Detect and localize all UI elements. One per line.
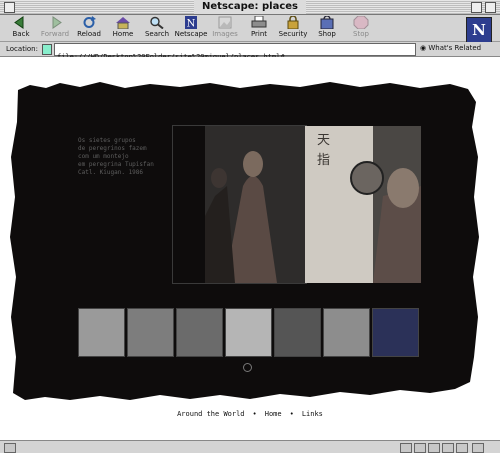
security-icon	[287, 16, 299, 29]
whats-related-button[interactable]: ◉ What's Related	[420, 43, 481, 54]
svg-text:天: 天	[317, 133, 330, 148]
close-box-icon[interactable]	[4, 2, 15, 13]
footer-nav: Around the World • Home • Links	[0, 410, 500, 419]
footer-separator: •	[252, 410, 257, 418]
home-link[interactable]: Home	[261, 410, 286, 418]
images-button[interactable]: Images	[208, 16, 242, 41]
photo-caption: Os sietes grupos de peregrinos fazem com…	[78, 137, 168, 177]
forward-button[interactable]: Forward	[38, 16, 72, 41]
back-icon	[14, 16, 24, 29]
pager-dot-icon[interactable]	[243, 363, 252, 372]
thumbnail-strip	[78, 308, 419, 357]
location-label: Location:	[6, 45, 38, 53]
title-bar[interactable]: Netscape: places	[0, 0, 500, 15]
thumbnail[interactable]	[176, 308, 223, 357]
page-viewport[interactable]: Os sietes grupos de peregrinos fazem com…	[0, 57, 500, 440]
caption-line: com um montejo	[78, 153, 129, 160]
home-icon	[116, 17, 130, 29]
footer-separator: •	[289, 410, 294, 418]
thumbnail[interactable]	[372, 308, 419, 357]
thumbnail[interactable]	[323, 308, 370, 357]
images-icon	[218, 16, 232, 29]
shop-icon	[320, 16, 334, 29]
caption-line: de peregrinos fazem	[78, 145, 147, 152]
window-title: Netscape: places	[194, 0, 306, 14]
collapse-box-icon[interactable]	[485, 2, 496, 13]
thumbnail[interactable]	[127, 308, 174, 357]
caption-line: em peregrina Tupisfan	[78, 161, 154, 168]
security-button[interactable]: Security	[276, 16, 310, 41]
thumbnail[interactable]	[78, 308, 125, 357]
netscape-logo[interactable]: N	[466, 17, 492, 43]
svg-text:指: 指	[317, 153, 330, 168]
zoom-box-icon[interactable]	[471, 2, 482, 13]
search-button[interactable]: Search	[140, 16, 174, 41]
netscape-icon: N	[185, 16, 197, 30]
browser-window: Netscape: places Back Forward Reload Hom…	[0, 0, 500, 453]
status-bar	[0, 440, 500, 453]
url-field[interactable]: file:///HD/Desktop%20Folder/site%20migue…	[54, 43, 416, 61]
reload-icon	[83, 16, 96, 28]
navigation-toolbar: Back Forward Reload Home Search N Netsca…	[0, 15, 500, 42]
shop-button[interactable]: Shop	[310, 16, 344, 41]
page-proxy-icon[interactable]	[42, 44, 52, 55]
back-button[interactable]: Back	[4, 16, 38, 41]
main-photo: 天 指	[205, 126, 421, 283]
search-icon	[150, 16, 164, 29]
stop-button[interactable]: Stop	[344, 16, 378, 41]
netscape-button[interactable]: N Netscape	[174, 16, 208, 41]
caption-line: Catl. Kiugan. 1986	[78, 169, 144, 176]
print-icon	[251, 16, 267, 28]
location-bar: Location: file:///HD/Desktop%20Folder/si…	[0, 42, 500, 61]
links-link[interactable]: Links	[298, 410, 327, 418]
print-button[interactable]: Print	[242, 16, 276, 41]
whats-related-label: What's Related	[428, 44, 482, 52]
svg-text:N: N	[187, 19, 196, 30]
whats-related-icon: ◉	[420, 44, 427, 52]
caption-line: Os sietes grupos	[78, 137, 136, 144]
thumbnail[interactable]	[274, 308, 321, 357]
forward-icon	[52, 16, 62, 29]
reload-button[interactable]: Reload	[72, 16, 106, 41]
home-button[interactable]: Home	[106, 16, 140, 41]
around-the-world-link[interactable]: Around the World	[173, 410, 248, 418]
thumbnail[interactable]	[225, 308, 272, 357]
main-photo-image: 天 指	[205, 126, 421, 283]
stop-icon	[353, 16, 369, 29]
